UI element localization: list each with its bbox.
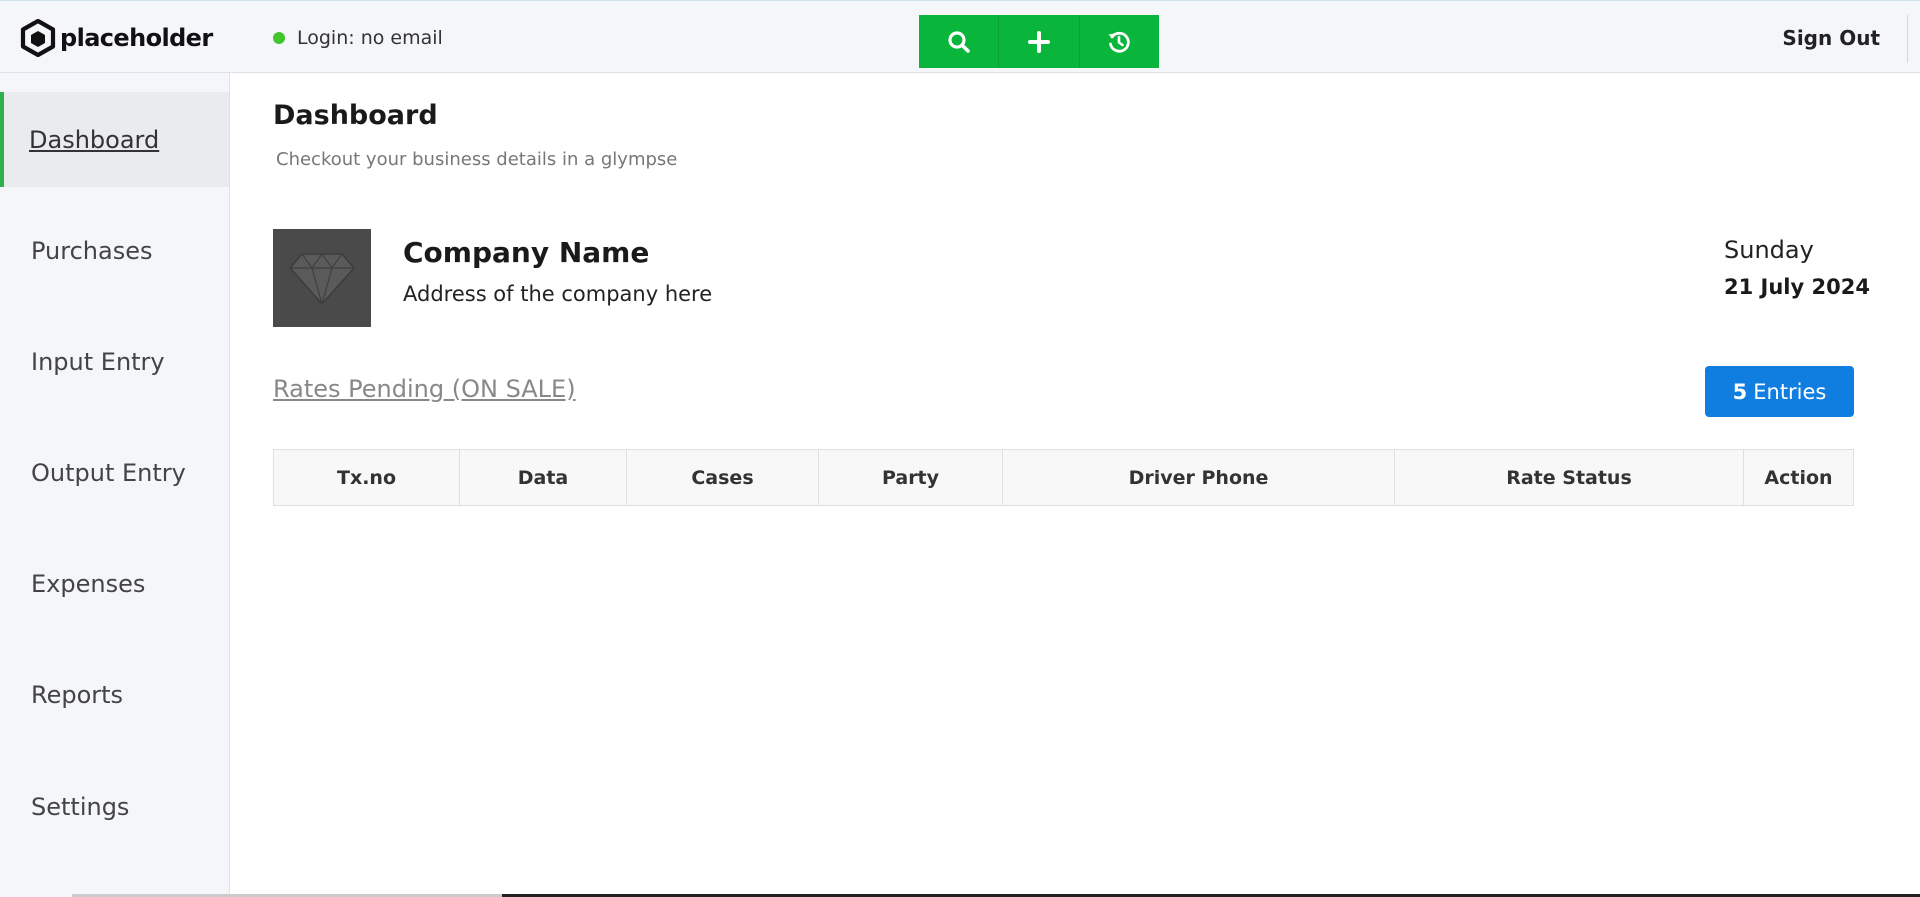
brand-name: placeholder bbox=[60, 24, 213, 52]
column-header-action[interactable]: Action bbox=[1744, 450, 1853, 505]
company-name: Company Name bbox=[403, 236, 650, 269]
sidebar-item-purchases[interactable]: Purchases bbox=[0, 203, 229, 298]
brand-logo[interactable]: placeholder bbox=[20, 19, 213, 57]
sidebar-item-settings[interactable]: Settings bbox=[0, 759, 229, 854]
history-icon bbox=[1108, 31, 1131, 53]
column-header-tx-no[interactable]: Tx.no bbox=[274, 450, 460, 505]
sidebar-item-input-entry[interactable]: Input Entry bbox=[0, 314, 229, 409]
company-address: Address of the company here bbox=[403, 282, 713, 306]
add-button[interactable] bbox=[999, 15, 1080, 68]
hexagon-logo-icon bbox=[20, 19, 56, 57]
page-subtitle: Checkout your business details in a glym… bbox=[276, 149, 678, 170]
login-status: Login: no email bbox=[273, 27, 443, 49]
entries-badge[interactable]: 5 Entries bbox=[1705, 366, 1854, 417]
table-header: Tx.no Data Cases Party Driver Phone Rate… bbox=[273, 449, 1854, 506]
search-button[interactable] bbox=[919, 15, 1000, 68]
online-status-dot bbox=[273, 32, 285, 44]
sidebar-item-reports[interactable]: Reports bbox=[0, 647, 229, 742]
column-header-cases[interactable]: Cases bbox=[627, 450, 819, 505]
column-header-driver-phone[interactable]: Driver Phone bbox=[1003, 450, 1395, 505]
rates-pending-link[interactable]: Rates Pending (ON SALE) bbox=[273, 375, 576, 403]
login-status-text: Login: no email bbox=[297, 27, 443, 49]
sidebar: Dashboard Purchases Input Entry Output E… bbox=[0, 73, 230, 897]
sidebar-item-output-entry[interactable]: Output Entry bbox=[0, 425, 229, 520]
top-navbar: placeholder Login: no email Sign Out bbox=[0, 0, 1920, 73]
diamond-icon bbox=[289, 252, 355, 307]
sidebar-item-expenses[interactable]: Expenses bbox=[0, 536, 229, 631]
company-logo bbox=[273, 229, 371, 327]
history-button[interactable] bbox=[1080, 15, 1159, 68]
sign-out-button[interactable]: Sign Out bbox=[1782, 26, 1880, 50]
entries-label: Entries bbox=[1753, 379, 1827, 404]
plus-icon bbox=[1027, 30, 1050, 53]
column-header-party[interactable]: Party bbox=[819, 450, 1003, 505]
date-full: 21 July 2024 bbox=[1724, 275, 1870, 299]
main-content: Dashboard Checkout your business details… bbox=[231, 73, 1920, 897]
search-icon bbox=[948, 30, 970, 53]
topbar-divider bbox=[1907, 15, 1908, 63]
column-header-data[interactable]: Data bbox=[460, 450, 627, 505]
quick-actions bbox=[919, 15, 1159, 68]
date-day: Sunday bbox=[1724, 236, 1814, 264]
page-title: Dashboard bbox=[273, 100, 438, 131]
column-header-rate-status[interactable]: Rate Status bbox=[1395, 450, 1744, 505]
entries-count: 5 bbox=[1732, 379, 1748, 404]
sidebar-item-dashboard[interactable]: Dashboard bbox=[0, 92, 229, 187]
